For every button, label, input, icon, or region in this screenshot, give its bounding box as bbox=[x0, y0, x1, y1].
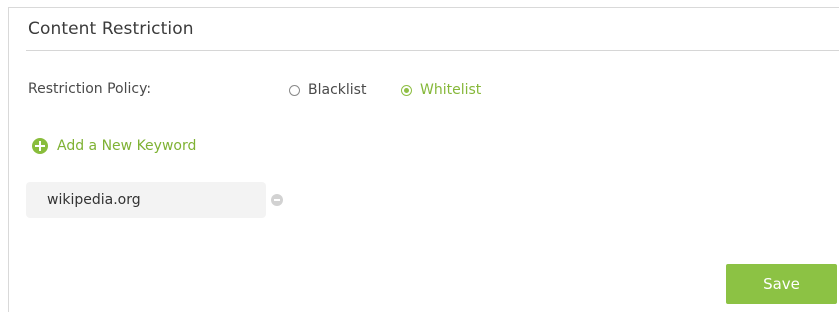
minus-circle-icon[interactable] bbox=[271, 194, 283, 206]
radio-unchecked-icon bbox=[289, 84, 300, 96]
content-restriction-panel: Content Restriction Restriction Policy: … bbox=[8, 7, 839, 312]
add-keyword-label: Add a New Keyword bbox=[57, 138, 197, 154]
blacklist-radio[interactable]: Blacklist bbox=[289, 81, 366, 99]
radio-checked-icon bbox=[401, 84, 412, 96]
save-button[interactable]: Save bbox=[726, 264, 837, 304]
title-divider bbox=[26, 50, 839, 51]
plus-circle-icon bbox=[32, 138, 48, 154]
blacklist-label: Blacklist bbox=[308, 82, 367, 98]
add-keyword-button[interactable]: Add a New Keyword bbox=[32, 138, 196, 154]
whitelist-radio[interactable]: Whitelist bbox=[401, 81, 481, 99]
keyword-input[interactable] bbox=[26, 182, 266, 218]
section-title: Content Restriction bbox=[28, 19, 194, 39]
restriction-policy-label: Restriction Policy: bbox=[28, 81, 152, 97]
whitelist-label: Whitelist bbox=[420, 82, 482, 98]
